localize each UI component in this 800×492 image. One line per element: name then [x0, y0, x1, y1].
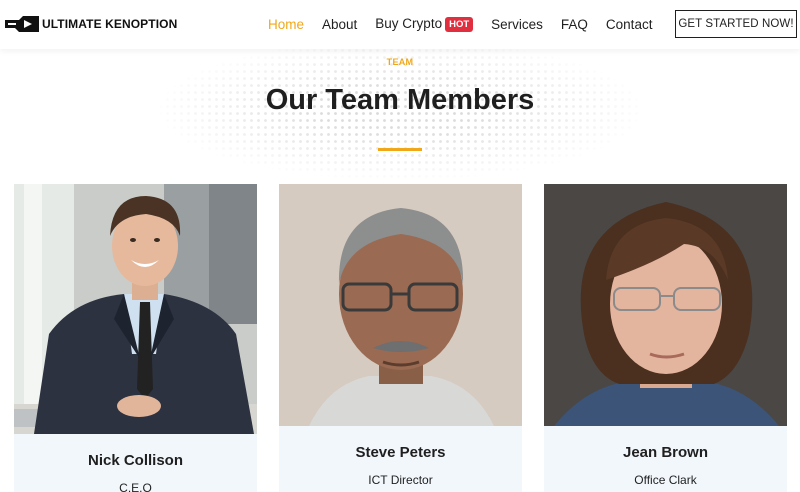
- section-tag: TEAM: [386, 57, 414, 67]
- main-nav: Home About Buy Crypto HOT Services FAQ Co…: [268, 15, 670, 33]
- team-card[interactable]: Nick Collison C.E.O: [14, 184, 257, 492]
- team-card-info: Jean Brown Office Clark: [544, 426, 787, 492]
- team-member-name: Nick Collison: [87, 452, 184, 469]
- logo-icon: [5, 16, 39, 32]
- site-header: ULTIMATE KENOPTION Home About Buy Crypto…: [0, 0, 800, 49]
- nav-contact[interactable]: Contact: [606, 17, 653, 32]
- team-member-role: ICT Director: [368, 473, 433, 487]
- brand-logo[interactable]: ULTIMATE KENOPTION: [5, 14, 177, 34]
- nav-home[interactable]: Home: [268, 17, 304, 32]
- team-card[interactable]: Jean Brown Office Clark: [544, 184, 787, 492]
- team-photo: [14, 184, 257, 434]
- nav-buy-crypto[interactable]: Buy Crypto HOT: [375, 15, 474, 33]
- team-member-name: Steve Peters: [355, 444, 446, 461]
- team-member-role: Office Clark: [634, 473, 697, 487]
- nav-faq[interactable]: FAQ: [561, 17, 588, 32]
- team-photo: [544, 184, 787, 426]
- team-card[interactable]: Steve Peters ICT Director: [279, 184, 522, 492]
- nav-services[interactable]: Services: [491, 17, 543, 32]
- team-photo: [279, 184, 522, 426]
- team-member-role: C.E.O: [119, 481, 152, 492]
- brand-name: ULTIMATE KENOPTION: [42, 17, 178, 31]
- hot-badge: HOT: [445, 16, 474, 32]
- nav-about[interactable]: About: [322, 17, 357, 32]
- title-underline: [378, 148, 422, 151]
- get-started-button[interactable]: GET STARTED NOW!: [675, 10, 797, 38]
- team-card-info: Steve Peters ICT Director: [279, 426, 522, 492]
- team-card-info: Nick Collison C.E.O: [14, 434, 257, 492]
- section-title: Our Team Members: [265, 84, 535, 116]
- team-member-name: Jean Brown: [622, 444, 709, 461]
- nav-buy-crypto-label: Buy Crypto: [375, 15, 443, 31]
